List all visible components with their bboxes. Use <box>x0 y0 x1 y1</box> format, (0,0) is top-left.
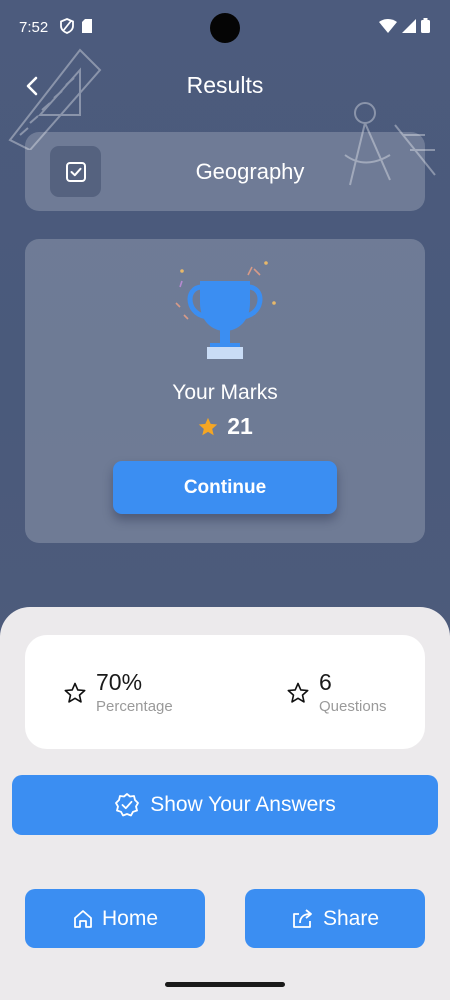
bottom-sheet: 70% Percentage 6 Questions Show Your Ans… <box>0 607 450 987</box>
show-answers-label: Show Your Answers <box>150 793 336 816</box>
status-bar: 7:52 <box>0 0 450 58</box>
sd-card-status-icon <box>82 19 92 33</box>
results-header-area: 7:52 Results Geography Your Marks 21 Con… <box>0 0 450 640</box>
battery-icon <box>421 18 430 33</box>
continue-button[interactable]: Continue <box>113 461 337 514</box>
home-icon <box>74 909 92 928</box>
trophy-icon <box>175 261 276 359</box>
home-button[interactable]: Home <box>25 889 205 948</box>
status-time: 7:52 <box>19 19 49 36</box>
percentage-label: Percentage <box>96 698 173 715</box>
star-filled-icon <box>199 417 218 435</box>
result-card: Your Marks 21 Continue <box>25 239 425 543</box>
subject-name: Geography <box>195 159 305 184</box>
star-outline-icon <box>64 682 86 703</box>
star-outline-icon <box>287 682 309 703</box>
subject-icon-box <box>50 146 101 197</box>
percentage-value: 70% <box>96 669 143 695</box>
subject-card: Geography <box>25 132 425 211</box>
page-title: Results <box>186 72 264 98</box>
questions-label: Questions <box>319 698 387 715</box>
home-gesture-handle[interactable] <box>165 982 285 987</box>
signal-icon <box>402 18 416 33</box>
percentage-stat: 70% Percentage <box>63 669 173 715</box>
marks-value: 21 <box>227 413 253 439</box>
verified-badge-icon <box>115 793 140 817</box>
gesture-nav-bar <box>0 972 450 1000</box>
show-answers-button[interactable]: Show Your Answers <box>12 775 438 835</box>
share-icon <box>293 908 312 928</box>
marks-row: 21 <box>25 413 425 440</box>
home-label: Home <box>101 906 159 930</box>
shield-status-icon <box>60 18 74 34</box>
share-button[interactable]: Share <box>245 889 425 948</box>
questions-value: 6 <box>319 669 332 695</box>
share-label: Share <box>322 906 380 930</box>
questions-stat: 6 Questions <box>286 669 387 715</box>
marks-label: Your Marks <box>172 381 278 404</box>
wifi-icon <box>379 18 397 33</box>
checkbox-checked-icon <box>65 161 86 182</box>
camera-cutout <box>210 13 240 43</box>
stats-card: 70% Percentage 6 Questions <box>25 635 425 749</box>
